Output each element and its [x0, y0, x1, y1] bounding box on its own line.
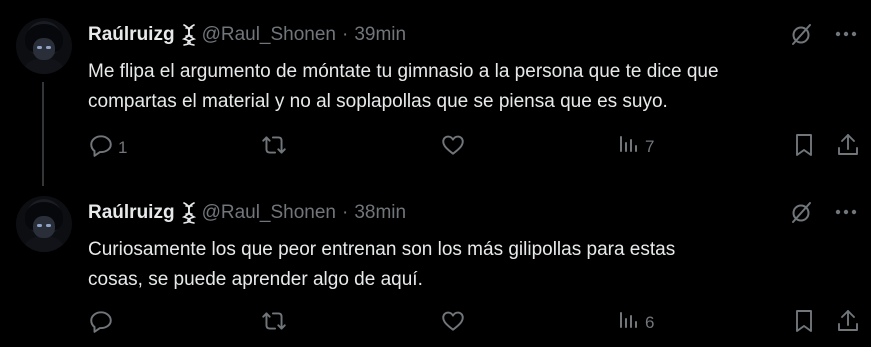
like-button[interactable]: [440, 132, 470, 163]
avatar-body: [24, 58, 64, 74]
bookmark-icon: [792, 132, 816, 163]
tweet-text-line: compartas el material y no al soplapolla…: [88, 91, 668, 112]
reply-button[interactable]: 1: [88, 132, 127, 163]
tweet[interactable]: Raúlruizg @Raul_Shonen · 38min Curiosame…: [0, 178, 871, 347]
tweet-header: Raúlruizg @Raul_Shonen · 38min: [88, 200, 406, 226]
tweet-top-actions: [789, 200, 857, 224]
tweet[interactable]: Raúlruizg @Raul_Shonen · 39min Me flipa …: [0, 0, 871, 186]
display-name[interactable]: Raúlruizg: [88, 24, 175, 46]
tweet-header: Raúlruizg @Raul_Shonen · 39min: [88, 22, 406, 48]
avatar-body: [24, 236, 64, 252]
more-icon[interactable]: [835, 31, 857, 37]
avatar-eye: [37, 224, 42, 227]
bookmark-button[interactable]: [792, 308, 816, 339]
grok-icon[interactable]: [789, 200, 813, 224]
views-icon: [617, 308, 641, 337]
like-button[interactable]: [440, 308, 470, 339]
avatar-eye: [46, 46, 51, 49]
view-count: 6: [645, 312, 655, 332]
avatar[interactable]: [16, 196, 72, 252]
views-button[interactable]: 6: [617, 308, 654, 337]
timestamp[interactable]: 38min: [354, 202, 406, 224]
avatar-eye: [37, 46, 42, 49]
share-button[interactable]: [836, 132, 860, 163]
reply-button[interactable]: [88, 308, 118, 339]
avatar-face: [33, 216, 55, 238]
share-icon: [836, 308, 860, 339]
tweet-text: Me flipa el argumento de móntate tu gimn…: [88, 57, 848, 117]
like-icon: [440, 132, 466, 163]
user-handle[interactable]: @Raul_Shonen: [202, 24, 336, 46]
reply-icon: [88, 308, 114, 339]
dna-badge-icon: [181, 24, 196, 46]
thread-connector-line: [42, 82, 44, 186]
tweet-actions: 1 7: [88, 132, 868, 162]
dna-badge-icon: [181, 202, 196, 224]
share-button[interactable]: [836, 308, 860, 339]
timestamp[interactable]: 39min: [354, 24, 406, 46]
reply-count: 1: [118, 137, 128, 157]
grok-icon[interactable]: [789, 22, 813, 46]
reply-thread: Raúlruizg @Raul_Shonen · 39min Me flipa …: [0, 0, 871, 347]
tweet-text-line: Curiosamente los que peor entrenan son l…: [88, 239, 676, 260]
avatar-eye: [46, 224, 51, 227]
display-name[interactable]: Raúlruizg: [88, 202, 175, 224]
user-handle[interactable]: @Raul_Shonen: [202, 202, 336, 224]
view-count: 7: [645, 136, 655, 156]
retweet-button[interactable]: [260, 308, 292, 339]
tweet-text-line: Me flipa el argumento de móntate tu gimn…: [88, 61, 719, 82]
retweet-button[interactable]: [260, 132, 292, 163]
tweet-text: Curiosamente los que peor entrenan son l…: [88, 235, 848, 295]
more-icon[interactable]: [835, 209, 857, 215]
bookmark-button[interactable]: [792, 132, 816, 163]
views-icon: [617, 132, 641, 161]
retweet-icon: [260, 132, 288, 163]
separator-dot: ·: [342, 24, 349, 45]
retweet-icon: [260, 308, 288, 339]
tweet-text-line: cosas, se puede aprender algo de aquí.: [88, 269, 423, 290]
share-icon: [836, 132, 860, 163]
reply-icon: [88, 132, 114, 163]
tweet-actions: 6: [88, 308, 868, 338]
tweet-top-actions: [789, 22, 857, 46]
like-icon: [440, 308, 466, 339]
views-button[interactable]: 7: [617, 132, 654, 161]
bookmark-icon: [792, 308, 816, 339]
avatar-face: [33, 38, 55, 60]
separator-dot: ·: [342, 202, 349, 223]
avatar[interactable]: [16, 18, 72, 74]
